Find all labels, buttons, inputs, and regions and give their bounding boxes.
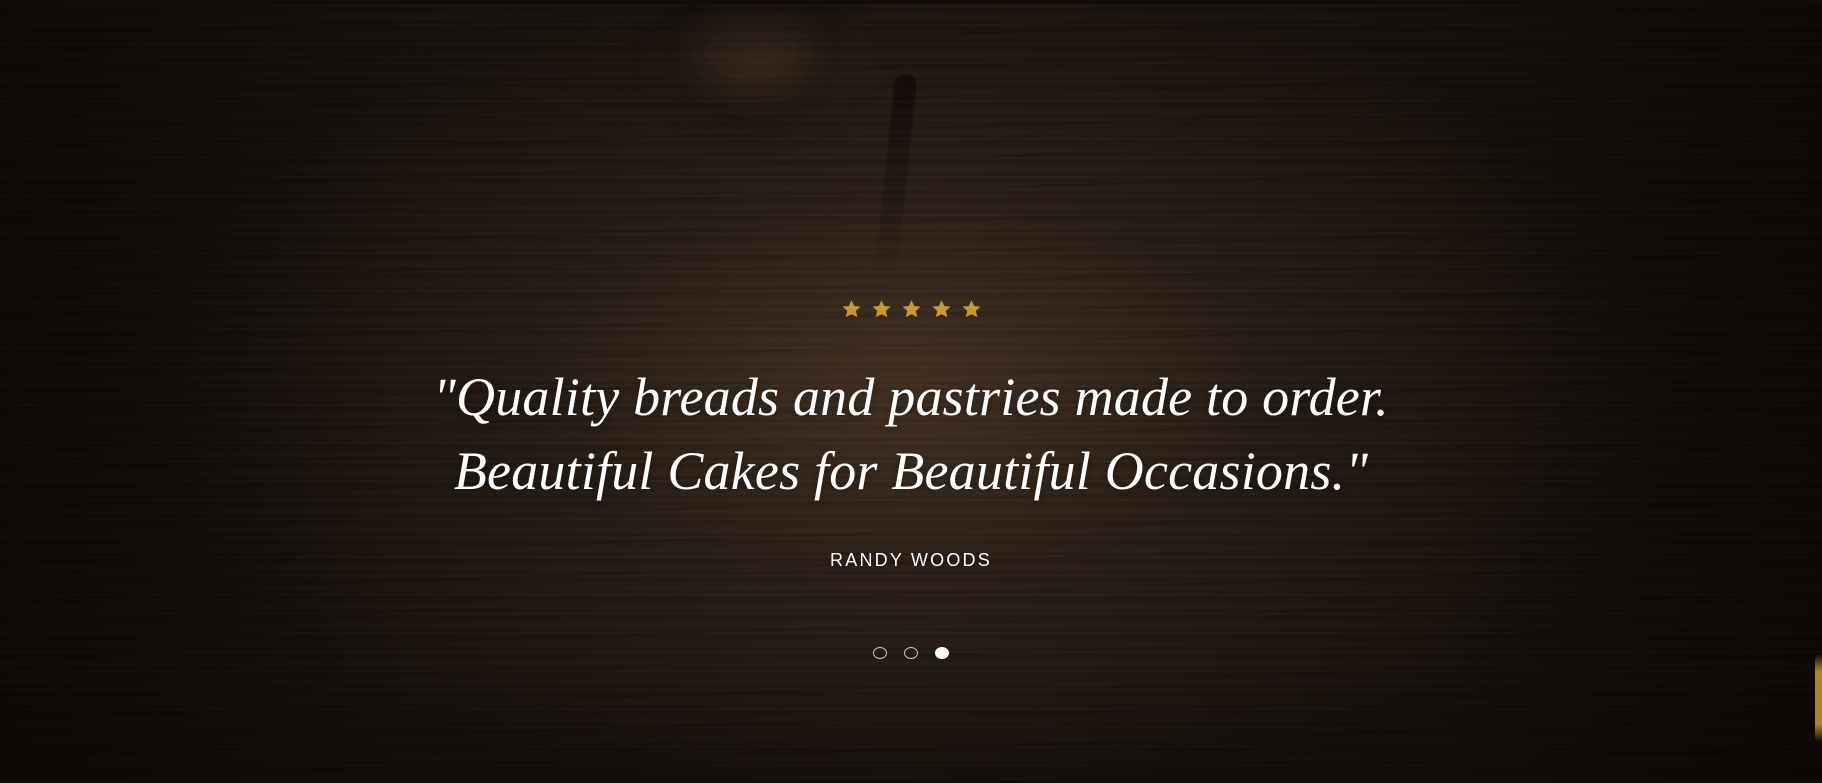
star-icon — [960, 298, 983, 321]
star-icon — [870, 298, 893, 321]
testimonial-slide: "Quality breads and pastries made to ord… — [0, 4, 1822, 780]
quote-line-1: "Quality breads and pastries made to ord… — [433, 367, 1389, 427]
rating-stars — [0, 298, 1822, 321]
carousel-dot-3[interactable] — [935, 647, 949, 659]
testimonial-author: RANDY WOODS — [830, 550, 992, 570]
carousel-dot-1[interactable] — [873, 647, 887, 659]
testimonial-section: "Quality breads and pastries made to ord… — [0, 4, 1822, 780]
testimonial-quote: "Quality breads and pastries made to ord… — [0, 360, 1822, 508]
carousel-pagination — [0, 647, 1822, 659]
edge-accent — [1815, 654, 1822, 742]
quote-line-2: Beautiful Cakes for Beautiful Occasions.… — [453, 441, 1369, 501]
star-icon — [840, 298, 863, 321]
star-icon — [900, 298, 923, 321]
star-icon — [930, 298, 953, 321]
carousel-dot-2[interactable] — [904, 647, 918, 659]
